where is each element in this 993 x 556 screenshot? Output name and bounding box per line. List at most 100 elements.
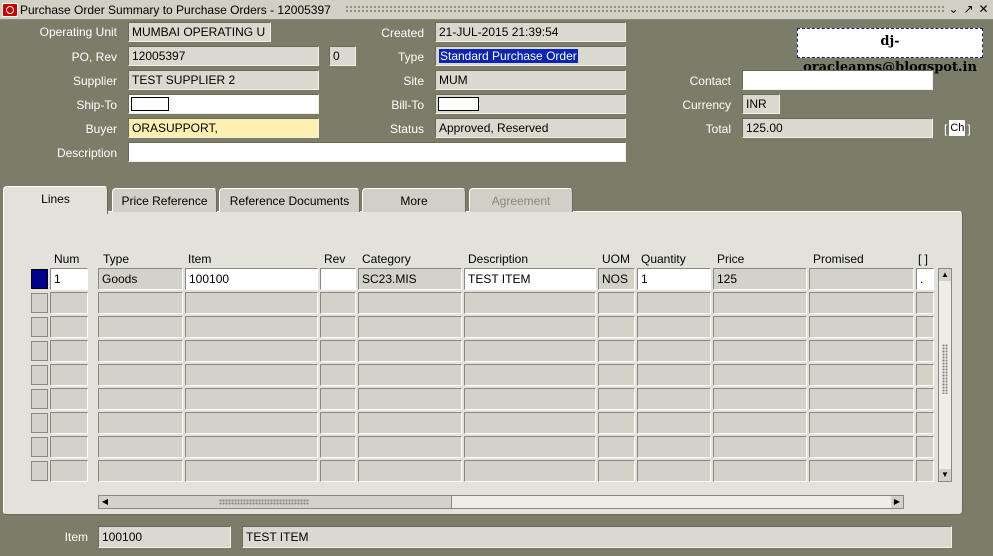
footer-item-description-field[interactable]: TEST ITEM <box>242 526 952 548</box>
lines-vertical-scrollbar[interactable]: ▲ ▼ <box>938 268 952 482</box>
horizontal-scroll-grip[interactable] <box>219 499 309 505</box>
cell-category[interactable] <box>358 316 462 338</box>
cell-promised[interactable] <box>809 460 914 482</box>
cell-uom[interactable] <box>598 292 635 314</box>
cell-category[interactable] <box>358 436 462 458</box>
cell-price[interactable] <box>713 340 807 362</box>
cell-extra[interactable] <box>916 460 934 482</box>
cell-description[interactable] <box>464 388 596 410</box>
cell-promised[interactable] <box>809 340 914 362</box>
total-field[interactable]: 125.00 <box>742 118 933 138</box>
cell-category[interactable] <box>358 340 462 362</box>
row-selector[interactable] <box>31 365 48 385</box>
row-selector[interactable] <box>31 437 48 457</box>
cell-rev[interactable] <box>320 460 356 482</box>
cell-extra[interactable] <box>916 316 934 338</box>
cell-quantity[interactable] <box>637 364 711 386</box>
status-field[interactable]: Approved, Reserved <box>435 118 626 138</box>
cell-item[interactable] <box>185 340 318 362</box>
cell-quantity[interactable] <box>637 460 711 482</box>
cell-type[interactable] <box>98 436 183 458</box>
contact-field[interactable] <box>742 70 933 90</box>
cell-rev[interactable] <box>320 364 356 386</box>
tab-more[interactable]: More <box>362 188 466 212</box>
cell-rev[interactable] <box>320 268 356 290</box>
cell-promised[interactable] <box>809 436 914 458</box>
ship-to-location-box[interactable] <box>131 97 169 111</box>
scroll-down-icon[interactable]: ▼ <box>939 469 951 481</box>
cell-quantity[interactable] <box>637 436 711 458</box>
cell-promised[interactable] <box>809 316 914 338</box>
scroll-up-icon[interactable]: ▲ <box>939 269 951 281</box>
cell-num[interactable] <box>50 388 88 410</box>
cell-description[interactable] <box>464 460 596 482</box>
cell-description[interactable]: TEST ITEM <box>464 268 596 290</box>
cell-rev[interactable] <box>320 436 356 458</box>
cell-category[interactable] <box>358 460 462 482</box>
cell-item[interactable] <box>185 388 318 410</box>
cell-promised[interactable] <box>809 364 914 386</box>
cell-quantity[interactable]: 1 <box>637 268 711 290</box>
cell-price[interactable] <box>713 460 807 482</box>
site-field[interactable]: MUM <box>435 70 626 90</box>
cell-item[interactable] <box>185 364 318 386</box>
currency-field[interactable]: INR <box>742 94 780 114</box>
cell-price[interactable] <box>713 292 807 314</box>
tab-price-reference[interactable]: Price Reference <box>112 188 217 212</box>
operating-unit-field[interactable]: MUMBAI OPERATING U <box>128 22 271 42</box>
cell-type[interactable] <box>98 388 183 410</box>
cell-extra[interactable] <box>916 436 934 458</box>
cell-num[interactable] <box>50 412 88 434</box>
supplier-field[interactable]: TEST SUPPLIER 2 <box>128 70 319 90</box>
cell-uom[interactable] <box>598 316 635 338</box>
cell-uom[interactable] <box>598 460 635 482</box>
cell-num[interactable] <box>50 340 88 362</box>
cell-rev[interactable] <box>320 412 356 434</box>
cell-promised[interactable] <box>809 292 914 314</box>
cell-promised[interactable] <box>809 268 914 290</box>
cell-uom[interactable] <box>598 412 635 434</box>
cell-description[interactable] <box>464 340 596 362</box>
cell-extra[interactable] <box>916 364 934 386</box>
cell-num[interactable] <box>50 460 88 482</box>
bill-to-location-box[interactable] <box>438 97 479 111</box>
cell-promised[interactable] <box>809 388 914 410</box>
cell-category[interactable] <box>358 364 462 386</box>
cell-price[interactable] <box>713 364 807 386</box>
cell-uom[interactable] <box>598 364 635 386</box>
cell-category[interactable] <box>358 412 462 434</box>
cell-num[interactable] <box>50 292 88 314</box>
cell-num[interactable]: 1 <box>50 268 88 290</box>
row-selector[interactable] <box>31 317 48 337</box>
cell-uom[interactable] <box>598 340 635 362</box>
created-field[interactable]: 21-JUL-2015 21:39:54 <box>435 22 626 42</box>
cell-price[interactable] <box>713 436 807 458</box>
cell-rev[interactable] <box>320 388 356 410</box>
cell-item[interactable] <box>185 316 318 338</box>
cell-description[interactable] <box>464 316 596 338</box>
cell-price[interactable] <box>713 388 807 410</box>
tab-reference-documents[interactable]: Reference Documents <box>219 188 360 212</box>
change-history-control[interactable]: [Ch] <box>944 120 984 138</box>
cell-quantity[interactable] <box>637 340 711 362</box>
scroll-left-icon[interactable]: ◀ <box>99 496 111 508</box>
cell-rev[interactable] <box>320 316 356 338</box>
cell-type[interactable] <box>98 292 183 314</box>
cell-num[interactable] <box>50 436 88 458</box>
tab-lines[interactable]: Lines <box>3 186 108 214</box>
cell-description[interactable] <box>464 436 596 458</box>
cell-category[interactable] <box>358 292 462 314</box>
cell-rev[interactable] <box>320 340 356 362</box>
type-field[interactable]: Standard Purchase Order <box>435 46 626 66</box>
cell-type[interactable] <box>98 340 183 362</box>
row-selector[interactable] <box>31 341 48 361</box>
description-field[interactable] <box>128 142 626 162</box>
footer-item-field[interactable]: 100100 <box>98 526 231 548</box>
cell-price[interactable] <box>713 412 807 434</box>
cell-rev[interactable] <box>320 292 356 314</box>
maximize-icon[interactable]: ↗ <box>962 2 975 16</box>
cell-type[interactable]: Goods <box>98 268 183 290</box>
cell-type[interactable] <box>98 412 183 434</box>
cell-item[interactable] <box>185 292 318 314</box>
buyer-field[interactable]: ORASUPPORT, <box>128 118 319 138</box>
